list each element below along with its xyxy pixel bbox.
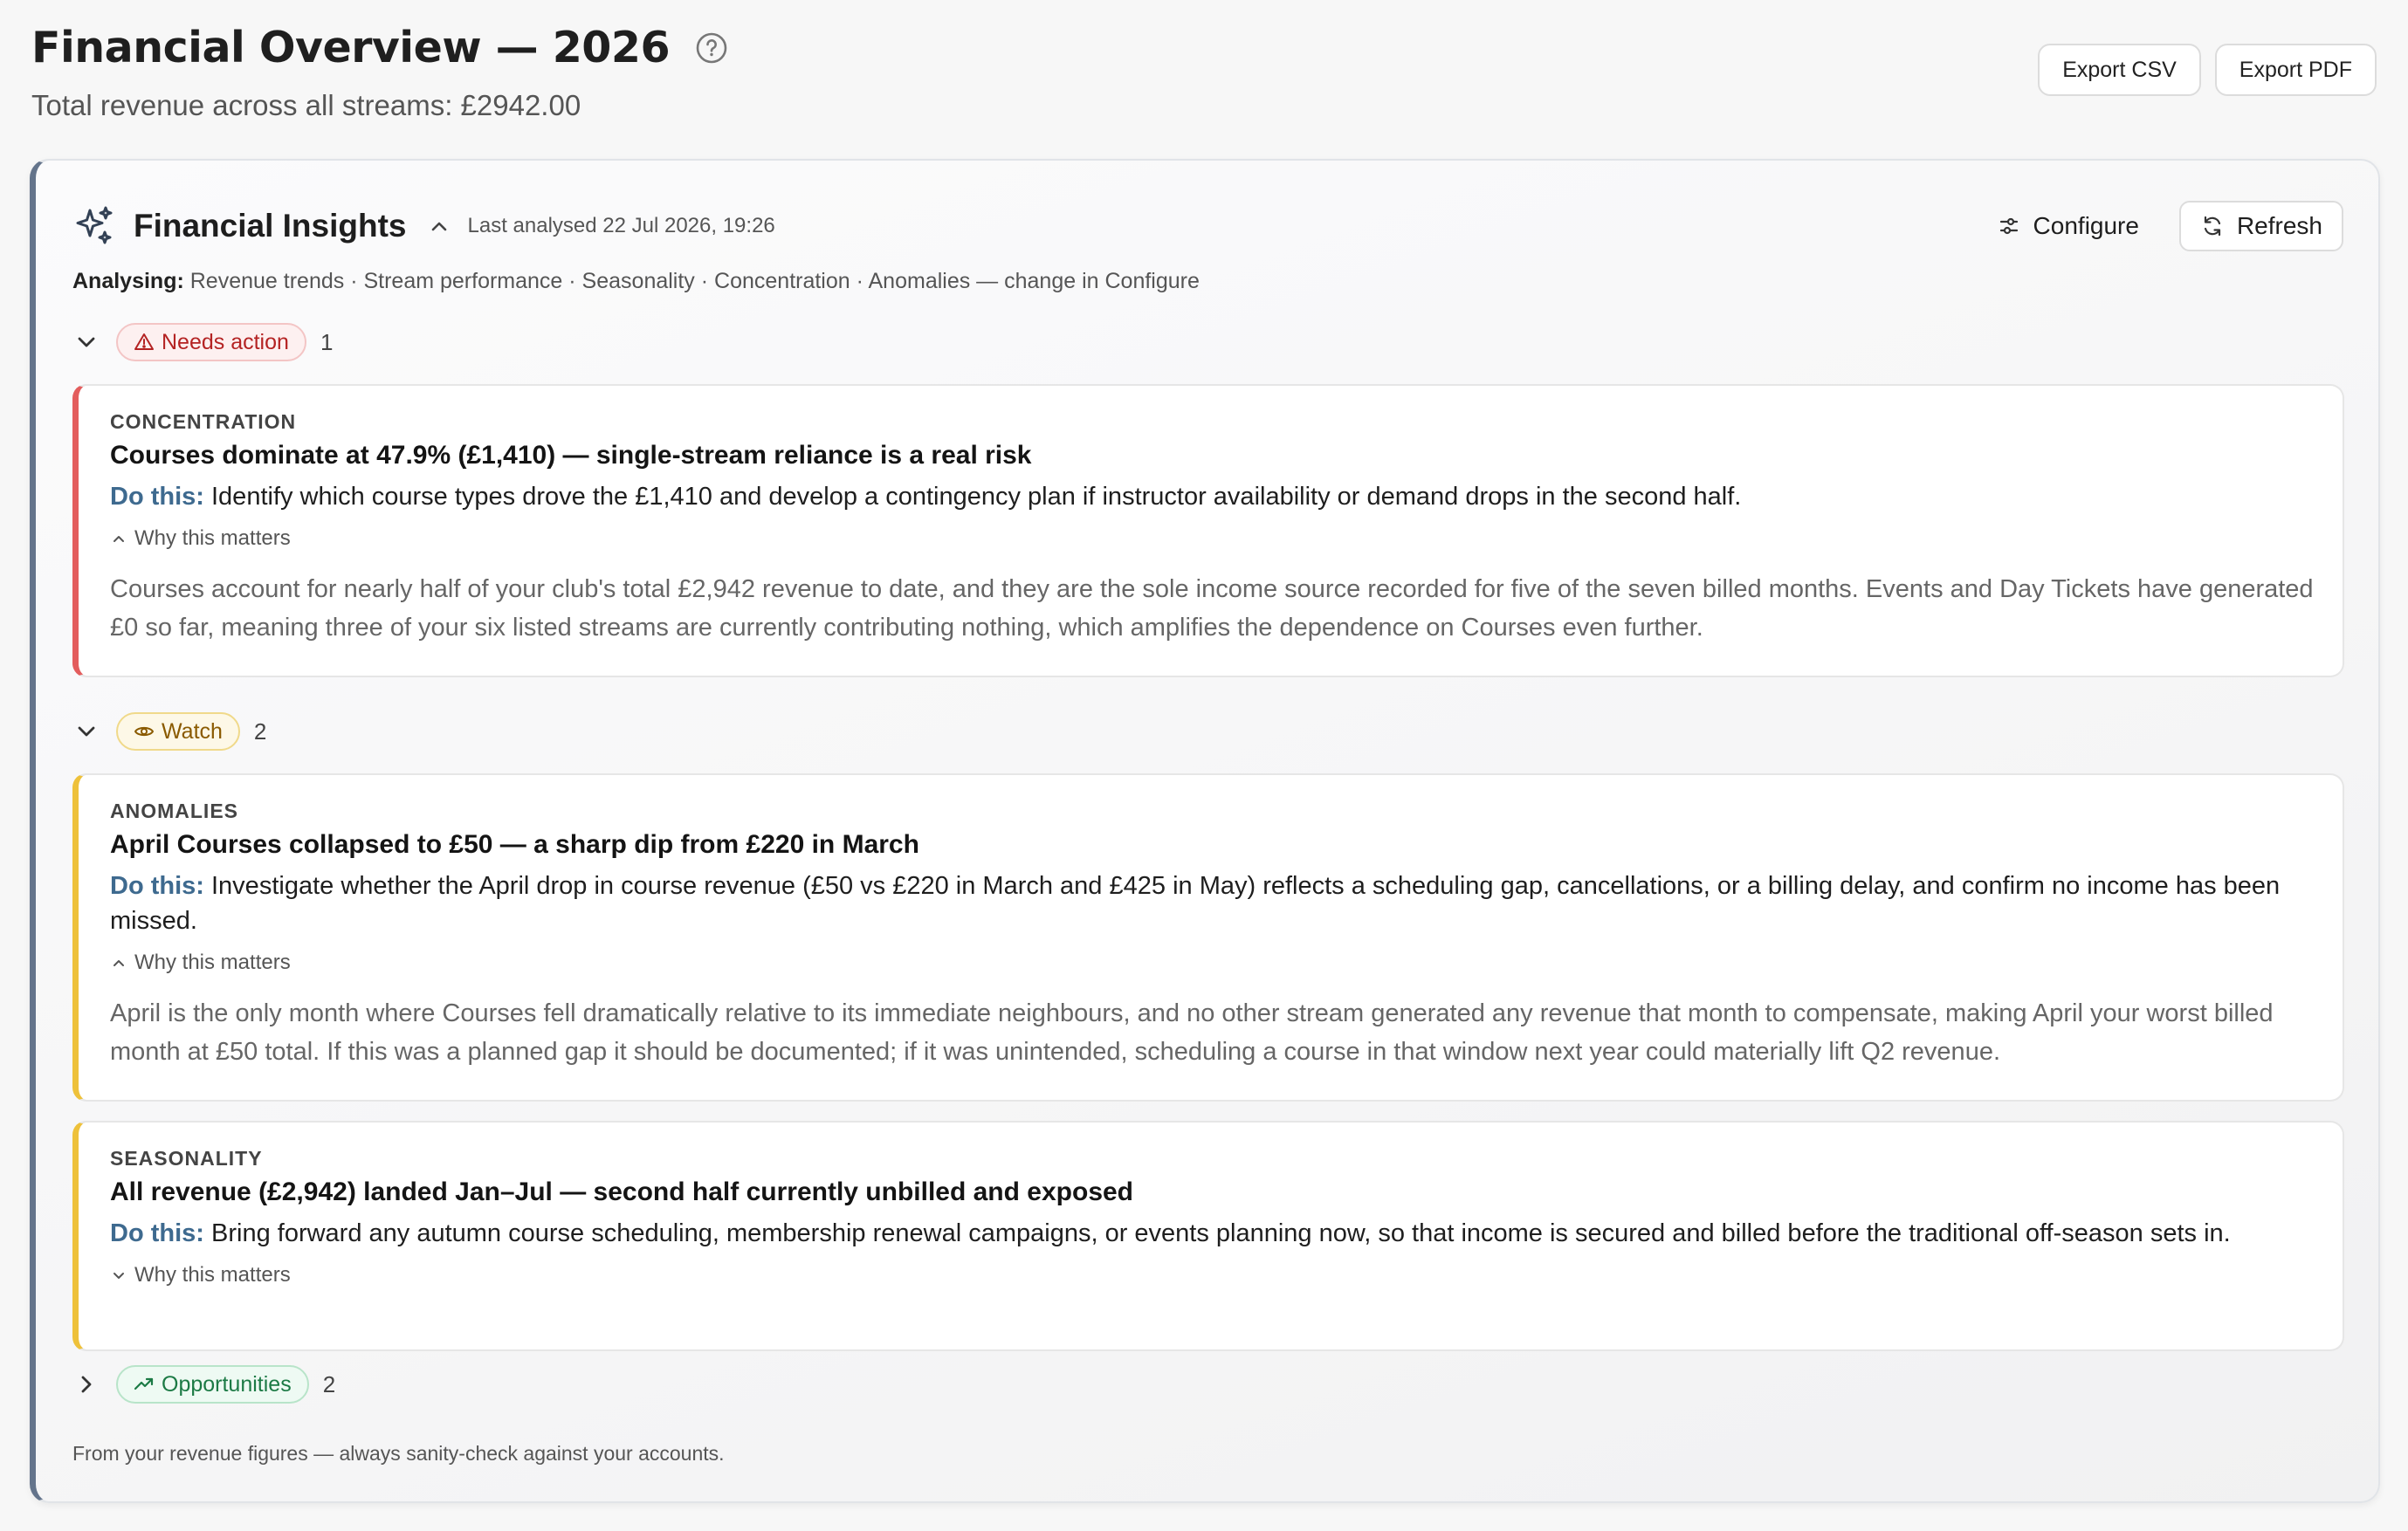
- chevron-down-icon[interactable]: [71, 716, 102, 747]
- card-action: Do this: Bring forward any autumn course…: [110, 1216, 2316, 1251]
- insights-footer-note: From your revenue figures — always sanit…: [72, 1442, 725, 1465]
- card-action: Do this: Investigate whether the April d…: [110, 868, 2316, 938]
- chevron-up-icon: [114, 536, 124, 542]
- watch-badge: Watch: [116, 712, 240, 751]
- do-this-label: Do this:: [110, 483, 204, 511]
- chevron-right-icon[interactable]: [71, 1369, 102, 1400]
- do-this-text: Bring forward any autumn course scheduli…: [211, 1219, 2231, 1247]
- why-this-matters-text: April is the only month where Courses fe…: [110, 999, 2274, 1066]
- chevron-down-icon: [114, 1273, 124, 1279]
- insights-title: Financial Insights: [134, 208, 407, 244]
- group-watch[interactable]: Watch 2: [71, 711, 266, 752]
- why-this-matters-text: Courses account for nearly half of your …: [110, 575, 2314, 642]
- why-label: Why this matters: [134, 1263, 291, 1287]
- refresh-label: Refresh: [2236, 212, 2322, 239]
- why-label: Why this matters: [134, 526, 291, 550]
- card-action: Do this: Identify which course types dro…: [110, 479, 2316, 514]
- why-label: Why this matters: [134, 951, 291, 974]
- page-title: Financial Overview — 2026: [31, 23, 671, 72]
- total-revenue-subtitle: Total revenue across all streams: £2942.…: [31, 89, 581, 121]
- export-pdf-button[interactable]: Export PDF: [2214, 44, 2377, 96]
- group-count: 2: [253, 717, 267, 745]
- eye-icon: [134, 726, 154, 737]
- card-title: All revenue (£2,942) landed Jan–Jul — se…: [110, 1177, 1134, 1206]
- insights-actions: Configure Refresh: [1976, 201, 2343, 251]
- insight-card-concentration: CONCENTRATION Courses dominate at 47.9% …: [72, 384, 2344, 677]
- warning-triangle-icon: [134, 333, 154, 350]
- page-header: Financial Overview — 2026 Total revenue …: [31, 19, 2377, 124]
- sparkle-icon: [72, 203, 118, 249]
- configure-label: Configure: [2033, 212, 2139, 239]
- badge-label: Watch: [162, 718, 223, 744]
- refresh-button[interactable]: Refresh: [2178, 201, 2343, 251]
- badge-label: Opportunities: [162, 1371, 292, 1397]
- chevron-up-icon[interactable]: [426, 213, 452, 239]
- card-category: ANOMALIES: [110, 800, 238, 822]
- do-this-text: Investigate whether the April drop in co…: [110, 872, 2281, 935]
- group-count: 1: [320, 328, 334, 355]
- analysing-label: Analysing:: [72, 269, 184, 293]
- do-this-label: Do this:: [110, 872, 204, 900]
- insights-header: Financial Insights Last analysed 22 Jul …: [72, 197, 2343, 255]
- export-buttons: Export CSV Export PDF: [2038, 44, 2377, 96]
- group-needs-action[interactable]: Needs action 1: [71, 321, 333, 363]
- insight-card-anomalies: ANOMALIES April Courses collapsed to £50…: [72, 773, 2344, 1102]
- do-this-label: Do this:: [110, 1219, 204, 1247]
- chevron-down-icon[interactable]: [71, 326, 102, 358]
- card-title: April Courses collapsed to £50 — a sharp…: [110, 830, 919, 859]
- why-this-matters-toggle[interactable]: Why this matters: [110, 526, 2316, 551]
- analysing-scope: Analysing: Revenue trends · Stream perfo…: [72, 269, 1200, 294]
- analysing-text: Revenue trends · Stream performance · Se…: [189, 269, 1200, 293]
- card-category: SEASONALITY: [110, 1147, 263, 1170]
- card-title: Courses dominate at 47.9% (£1,410) — sin…: [110, 441, 1032, 470]
- help-icon[interactable]: [694, 31, 729, 65]
- card-category: CONCENTRATION: [110, 410, 297, 433]
- why-this-matters-toggle[interactable]: Why this matters: [110, 951, 2316, 975]
- why-this-matters-toggle[interactable]: Why this matters: [110, 1263, 2316, 1287]
- export-csv-button[interactable]: Export CSV: [2038, 44, 2201, 96]
- sliders-icon: [1999, 217, 2018, 235]
- refresh-icon: [2204, 216, 2221, 237]
- opportunities-badge: Opportunities: [116, 1365, 309, 1404]
- title-row: Financial Overview — 2026: [31, 19, 2377, 77]
- chevron-up-icon: [114, 960, 124, 966]
- group-opportunities[interactable]: Opportunities 2: [71, 1363, 335, 1405]
- group-count: 2: [322, 1370, 336, 1397]
- insight-card-seasonality: SEASONALITY All revenue (£2,942) landed …: [72, 1121, 2344, 1351]
- badge-label: Needs action: [162, 329, 289, 354]
- last-analysed-timestamp: Last analysed 22 Jul 2026, 19:26: [467, 214, 775, 237]
- trending-up-icon: [134, 1377, 154, 1390]
- configure-button[interactable]: Configure: [1976, 201, 2160, 251]
- needs-action-badge: Needs action: [116, 323, 306, 361]
- do-this-text: Identify which course types drove the £1…: [211, 483, 1742, 511]
- financial-insights-panel: Financial Insights Last analysed 22 Jul …: [30, 159, 2380, 1503]
